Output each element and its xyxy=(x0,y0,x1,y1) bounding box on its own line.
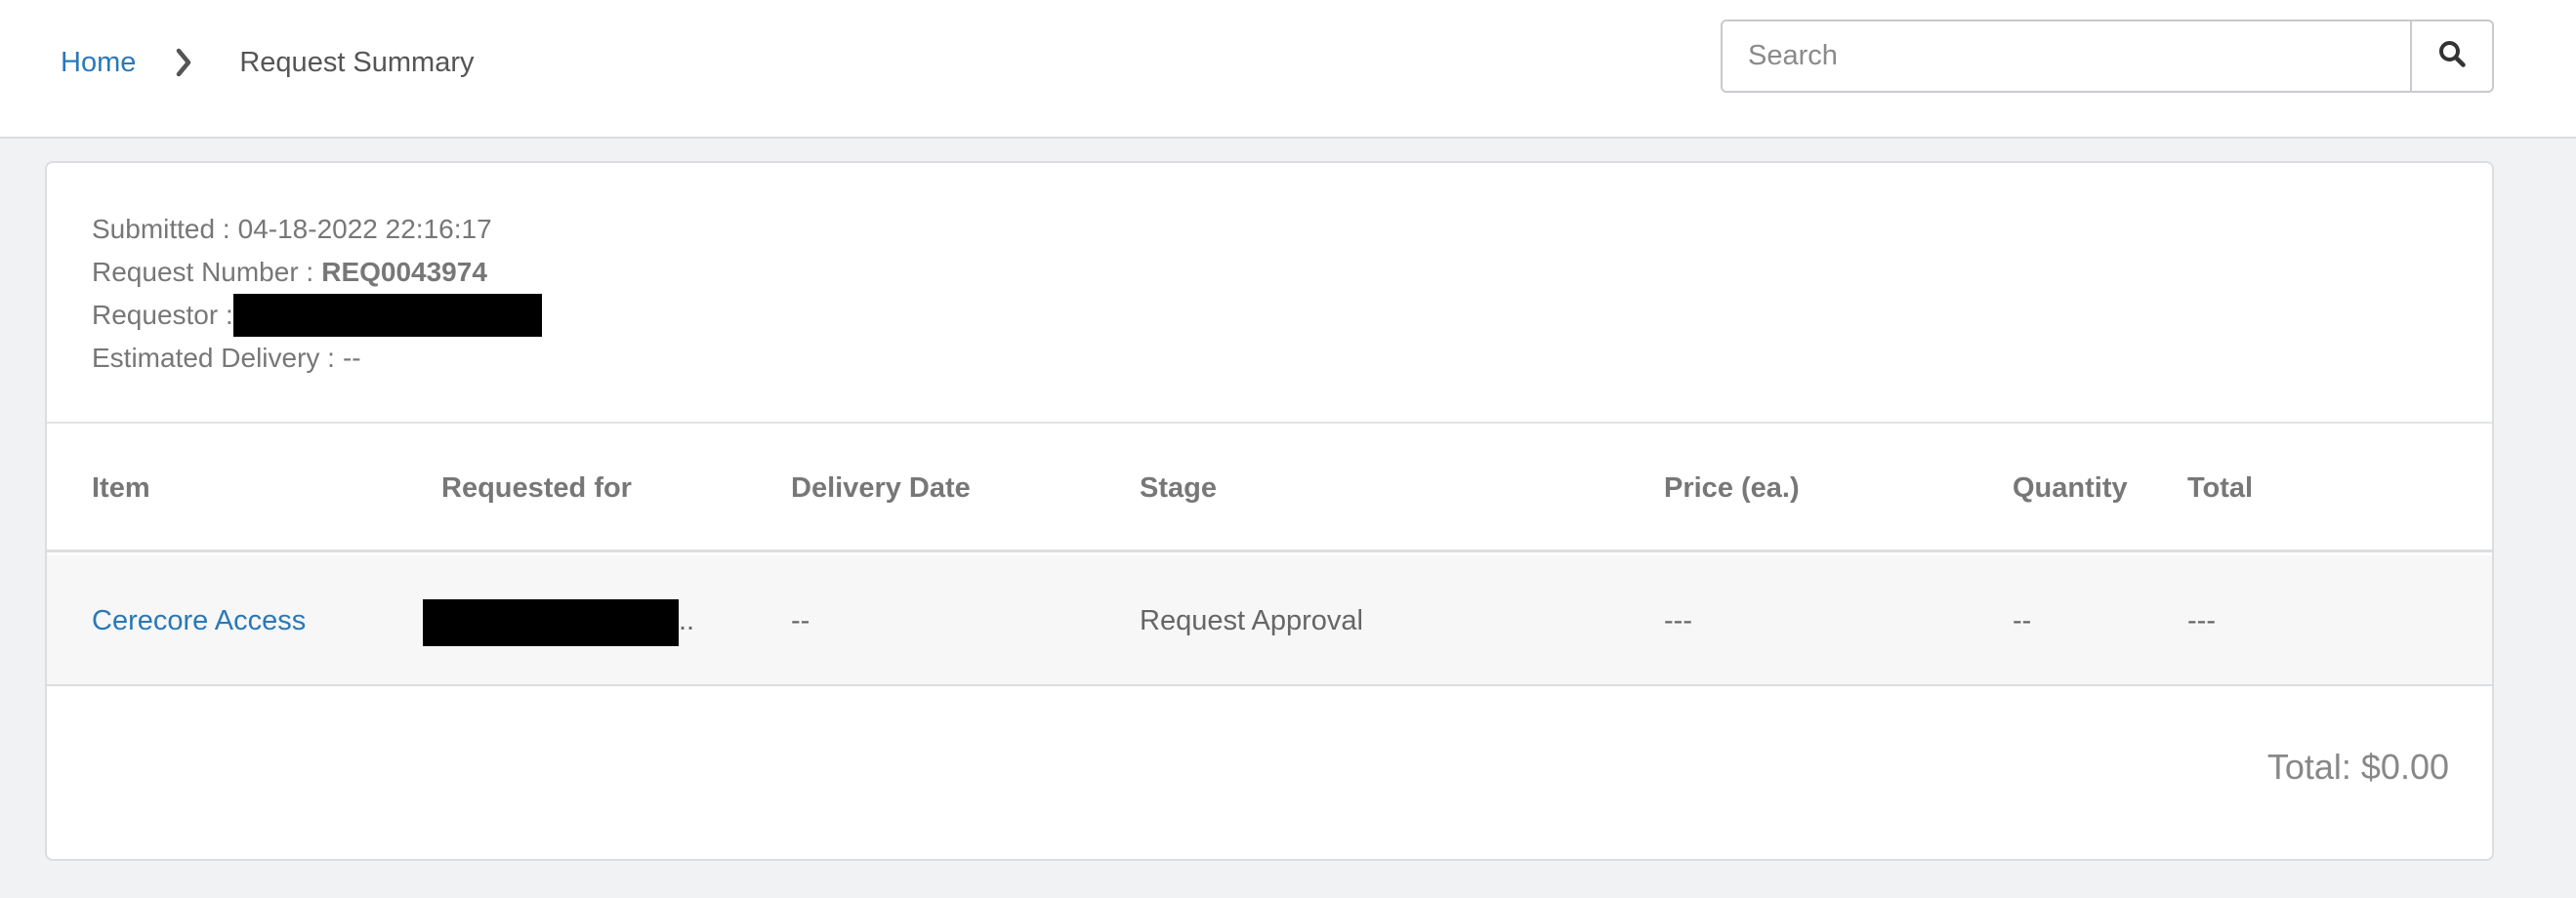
submitted-row: Submitted : 04-18-2022 22:16:17 xyxy=(92,208,542,251)
request-summary-card: Submitted : 04-18-2022 22:16:17 Request … xyxy=(45,161,2494,861)
column-header-quantity: Quantity xyxy=(2013,471,2128,504)
column-header-stage: Stage xyxy=(1140,471,1217,504)
order-total: Total: $0.00 xyxy=(2266,747,2449,787)
breadcrumb-current: Request Summary xyxy=(239,46,475,78)
requested-for-redacted xyxy=(423,599,679,646)
cell-quantity: -- xyxy=(2013,604,2032,636)
column-header-price: Price (ea.) xyxy=(1664,471,1800,504)
column-header-requested-for: Requested for xyxy=(441,471,632,504)
request-details: Submitted : 04-18-2022 22:16:17 Request … xyxy=(92,208,542,380)
estimated-delivery-value: -- xyxy=(342,343,361,373)
cell-item: Cerecore Access xyxy=(92,555,306,686)
breadcrumb-home-link[interactable]: Home xyxy=(61,47,136,79)
breadcrumb: Home Request Summary xyxy=(61,43,475,82)
cell-stage: Request Approval xyxy=(1140,604,1363,636)
search-icon xyxy=(2437,39,2467,73)
table-row: Cerecore Access .. -- Request Approval -… xyxy=(47,555,2492,686)
request-number-value: REQ0043974 xyxy=(321,257,487,287)
requested-for-ellipsis: .. xyxy=(679,604,695,636)
cell-requested-for: .. xyxy=(423,555,694,686)
submitted-label: Submitted : xyxy=(92,214,230,244)
column-header-delivery-date: Delivery Date xyxy=(791,471,971,504)
search-input[interactable] xyxy=(1723,21,2410,91)
estimated-delivery-label: Estimated Delivery : xyxy=(92,343,335,373)
requestor-label: Requestor : xyxy=(92,300,233,330)
requestor-row: Requestor : xyxy=(92,294,542,337)
request-number-row: Request Number : REQ0043974 xyxy=(92,251,542,294)
chevron-right-icon xyxy=(175,43,194,82)
table-header: Item Requested for Delivery Date Stage P… xyxy=(47,424,2492,552)
column-header-total: Total xyxy=(2187,471,2254,504)
cell-price: --- xyxy=(1664,604,1692,636)
item-link[interactable]: Cerecore Access xyxy=(92,605,306,637)
column-header-item: Item xyxy=(92,471,150,504)
search-button[interactable] xyxy=(2410,21,2492,91)
estimated-delivery-row: Estimated Delivery : -- xyxy=(92,337,542,380)
cell-delivery-date: -- xyxy=(791,604,810,636)
requestor-redacted xyxy=(232,294,542,337)
request-number-label: Request Number : xyxy=(92,257,314,287)
cell-total: --- xyxy=(2187,604,2216,636)
top-bar: Home Request Summary xyxy=(0,0,2576,139)
submitted-value: 04-18-2022 22:16:17 xyxy=(237,214,492,244)
search-box xyxy=(1721,20,2494,93)
